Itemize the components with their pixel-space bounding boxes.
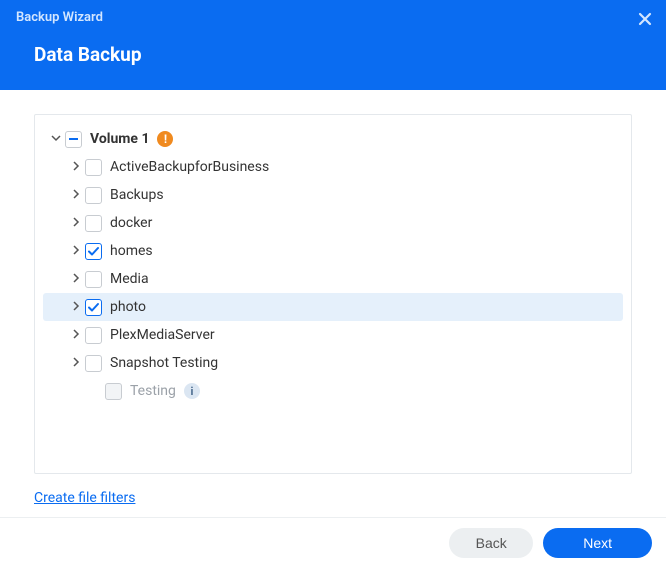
back-button[interactable]: Back — [449, 528, 533, 558]
expand-toggle[interactable] — [67, 355, 85, 371]
chevron-right-icon — [71, 187, 81, 203]
expand-toggle[interactable] — [67, 159, 85, 175]
next-button[interactable]: Next — [543, 528, 652, 558]
expand-toggle[interactable] — [67, 243, 85, 259]
warning-icon[interactable]: ! — [157, 131, 173, 147]
close-button[interactable] — [638, 10, 652, 31]
tree-row-disabled: Testing i — [43, 377, 623, 405]
chevron-right-icon — [71, 299, 81, 315]
tree-row[interactable]: Backups — [43, 181, 623, 209]
create-file-filters-link[interactable]: Create file filters — [34, 490, 632, 506]
tree-row[interactable]: homes — [43, 237, 623, 265]
tree-row[interactable]: photo — [43, 293, 623, 321]
expand-toggle[interactable] — [67, 187, 85, 203]
expand-toggle[interactable] — [67, 271, 85, 287]
chevron-right-icon — [71, 271, 81, 287]
chevron-right-icon — [71, 355, 81, 371]
tree-label: Backups — [110, 187, 164, 203]
tree-row[interactable]: Snapshot Testing — [43, 349, 623, 377]
wizard-title: Backup Wizard — [16, 10, 650, 25]
expand-toggle[interactable] — [67, 215, 85, 231]
checkbox[interactable] — [85, 215, 102, 232]
chevron-down-icon — [51, 131, 61, 147]
tree-label: Testing — [130, 383, 176, 399]
chevron-right-icon — [71, 243, 81, 259]
content-area: Volume 1 ! ActiveBackupforBusiness Backup… — [0, 90, 666, 516]
footer: Back Next — [0, 517, 666, 568]
tree-label: Snapshot Testing — [110, 355, 218, 371]
expand-toggle[interactable] — [67, 299, 85, 315]
tree-row[interactable]: PlexMediaServer — [43, 321, 623, 349]
checkbox[interactable] — [85, 355, 102, 372]
close-icon — [638, 10, 652, 31]
folder-tree[interactable]: Volume 1 ! ActiveBackupforBusiness Backup… — [34, 114, 632, 474]
wizard-header: Backup Wizard Data Backup — [0, 0, 666, 90]
tree-label: Volume 1 — [90, 131, 149, 147]
collapse-toggle[interactable] — [47, 131, 65, 147]
tree-label: ActiveBackupforBusiness — [110, 159, 269, 175]
tree-label: docker — [110, 215, 152, 231]
page-title: Data Backup — [16, 43, 650, 66]
checkbox-root[interactable] — [65, 131, 82, 148]
checkbox[interactable] — [85, 271, 102, 288]
tree-label: homes — [110, 243, 153, 259]
checkbox[interactable] — [85, 299, 102, 316]
chevron-right-icon — [71, 159, 81, 175]
tree-label: PlexMediaServer — [110, 327, 215, 343]
chevron-right-icon — [71, 215, 81, 231]
checkbox[interactable] — [85, 159, 102, 176]
tree-row[interactable]: docker — [43, 209, 623, 237]
checkbox-disabled — [105, 383, 122, 400]
tree-label: photo — [110, 299, 146, 315]
checkbox[interactable] — [85, 243, 102, 260]
info-icon[interactable]: i — [184, 383, 200, 399]
tree-row[interactable]: Media — [43, 265, 623, 293]
chevron-right-icon — [71, 327, 81, 343]
tree-row-root[interactable]: Volume 1 ! — [43, 125, 623, 153]
tree-row[interactable]: ActiveBackupforBusiness — [43, 153, 623, 181]
expand-toggle[interactable] — [67, 327, 85, 343]
checkbox[interactable] — [85, 327, 102, 344]
checkbox[interactable] — [85, 187, 102, 204]
tree-label: Media — [110, 271, 149, 287]
